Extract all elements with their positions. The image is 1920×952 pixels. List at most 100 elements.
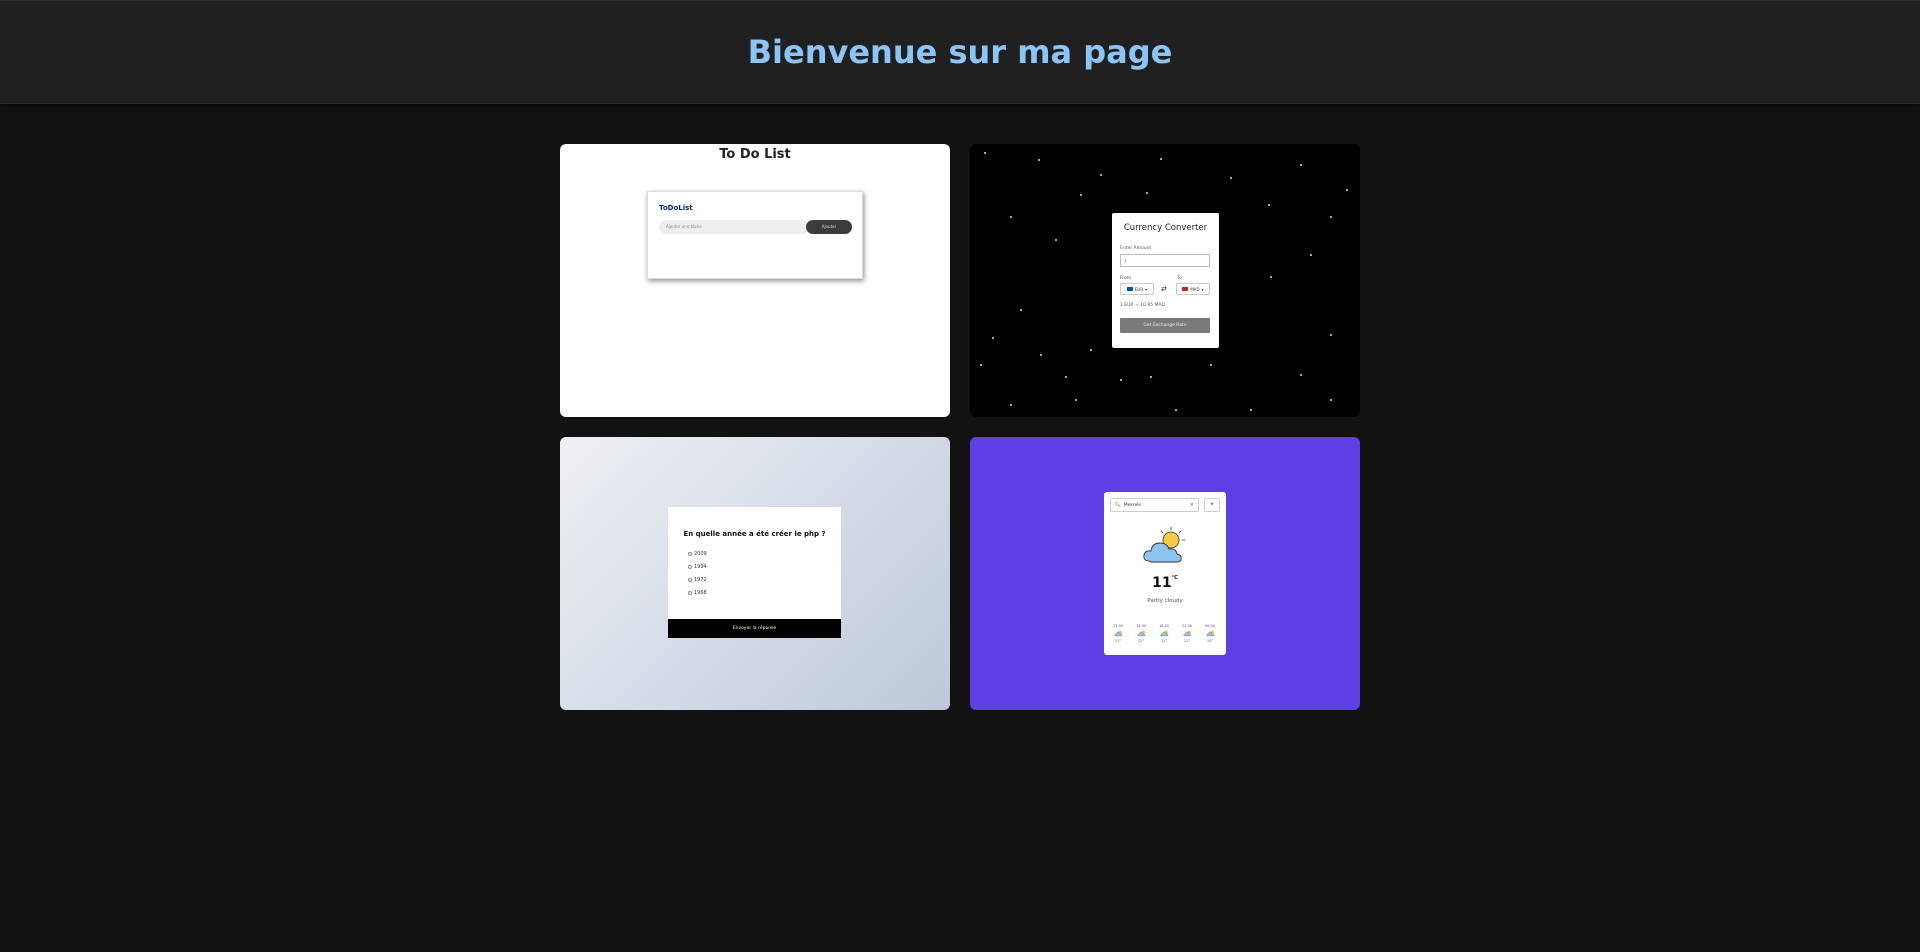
star-dot [1055, 239, 1057, 241]
page-title: Bienvenue sur ma page [747, 33, 1173, 71]
to-currency-select: MAD ▾ [1176, 283, 1210, 295]
amount-label: Enter Amount [1120, 246, 1152, 251]
star-dot [1300, 374, 1302, 376]
to-label: To [1177, 276, 1182, 281]
star-dot [1300, 164, 1302, 166]
forecast-time: 00:00 [1204, 624, 1216, 628]
currency-preview-box: Currency Converter Enter Amount 1 From T… [1112, 213, 1219, 348]
forecast-temp: 10° [1206, 639, 1214, 643]
chevron-down-icon: ▾ [1201, 286, 1204, 292]
quiz-option: 1994 [688, 564, 707, 570]
quiz-option-label: 1972 [694, 577, 707, 583]
radio-icon [688, 565, 692, 569]
weather-search-input: 🔍︎ Meknès × [1110, 498, 1199, 512]
star-dot [1080, 194, 1082, 196]
radio-icon [688, 591, 692, 595]
star-dot [1330, 399, 1332, 401]
temperature-value: 11 [1152, 575, 1172, 591]
search-icon: 🔍︎ [1115, 502, 1121, 508]
project-card-quiz[interactable]: En quelle année a été créer le php ? 200… [560, 437, 950, 710]
star-dot [1250, 409, 1252, 411]
quiz-option-label: 1968 [694, 590, 707, 596]
forecast-time: 21:00 [1181, 624, 1193, 628]
star-dot [1346, 189, 1348, 191]
quiz-option: 1968 [688, 590, 707, 596]
swap-icon: ⇄ [1161, 285, 1167, 293]
star-dot [992, 337, 994, 339]
temperature-unit: °C [1171, 575, 1178, 581]
weather-search-value: Meknès [1123, 502, 1141, 508]
star-dot [1100, 174, 1102, 176]
star-dot [1120, 379, 1122, 381]
to-currency-code: MAD [1190, 286, 1200, 292]
star-dot [1160, 158, 1162, 160]
close-icon: × [1189, 502, 1194, 508]
site-header: Bienvenue sur ma page [0, 0, 1920, 104]
star-dot [1065, 376, 1067, 378]
forecast-time: 12:00 [1112, 624, 1124, 628]
from-currency-code: EUR [1134, 286, 1144, 292]
star-dot [1146, 192, 1148, 194]
project-card-currency[interactable]: Currency Converter Enter Amount 1 From T… [970, 144, 1360, 417]
forecast-time: 15:00 [1135, 624, 1147, 628]
forecast-time: 18:00 [1158, 624, 1170, 628]
star-dot [984, 152, 986, 154]
radio-icon [688, 578, 692, 582]
flag-icon [1182, 287, 1189, 291]
cloud-icon [1183, 630, 1191, 637]
star-dot [1330, 334, 1332, 336]
star-dot [1038, 159, 1040, 161]
quiz-option: 2009 [688, 551, 707, 557]
star-dot [1020, 309, 1022, 311]
exchange-rate-text: 1 EUR = 10.95 MAD [1120, 303, 1165, 308]
cloud-icon [1160, 630, 1168, 637]
cloud-icon [1206, 630, 1214, 637]
forecast-temp: 12° [1160, 639, 1168, 643]
star-dot [1230, 177, 1232, 179]
partly-cloudy-icon [1143, 526, 1186, 563]
todo-preview-box: ToDoList Ajouter une tâche Ajouter [647, 191, 863, 279]
cloud-icon [1114, 630, 1122, 637]
quiz-option-label: 1994 [694, 564, 707, 570]
get-exchange-rate-button: Get Exchange Rate [1120, 318, 1210, 333]
star-dot [1010, 404, 1012, 406]
project-card-todo[interactable]: To Do List ToDoList Ajouter une tâche Aj… [560, 144, 950, 417]
star-dot [1268, 204, 1270, 206]
radio-icon [688, 552, 692, 556]
star-dot [1040, 354, 1042, 356]
forecast-item: 12:00 11° [1110, 624, 1126, 643]
star-dot [1075, 399, 1077, 401]
quiz-option: 1972 [688, 577, 707, 583]
from-currency-select: EUR ▾ [1120, 283, 1154, 295]
from-label: From [1120, 276, 1132, 281]
quiz-preview-box: En quelle année a été créer le php ? 200… [668, 507, 841, 638]
todo-box-title: ToDoList [659, 204, 693, 212]
amount-input: 1 [1120, 254, 1210, 267]
forecast-item: 15:00 12° [1133, 624, 1149, 643]
star-dot [1175, 409, 1177, 411]
star-dot [1310, 254, 1312, 256]
forecast-temp: 11° [1183, 639, 1191, 643]
project-card-weather[interactable]: 🔍︎ Meknès × ⌖ 11°C Partly cloudy 12:00 11… [970, 437, 1360, 710]
star-dot [980, 364, 982, 366]
star-dot [1090, 349, 1092, 351]
flag-icon [1126, 287, 1133, 291]
location-icon: ⌖ [1204, 498, 1220, 512]
todo-page-title: To Do List [719, 147, 791, 162]
todo-input: Ajouter une tâche [659, 220, 809, 234]
star-dot [1330, 216, 1332, 218]
cloud-icon [1137, 630, 1145, 637]
weather-preview-box: 🔍︎ Meknès × ⌖ 11°C Partly cloudy 12:00 11… [1104, 492, 1226, 655]
weather-description: Partly cloudy [1147, 598, 1183, 604]
quiz-question: En quelle année a été créer le php ? [683, 530, 826, 538]
chevron-down-icon: ▾ [1145, 286, 1148, 292]
weather-temperature: 11°C [1104, 575, 1226, 591]
forecast-temp: 12° [1137, 639, 1145, 643]
forecast-temp: 11° [1114, 639, 1122, 643]
forecast-item: 18:00 12° [1156, 624, 1172, 643]
star-dot [1150, 376, 1152, 378]
star-dot [1010, 216, 1012, 218]
star-dot [1210, 364, 1212, 366]
todo-add-button: Ajouter [806, 220, 852, 234]
quiz-option-label: 2009 [694, 551, 707, 557]
